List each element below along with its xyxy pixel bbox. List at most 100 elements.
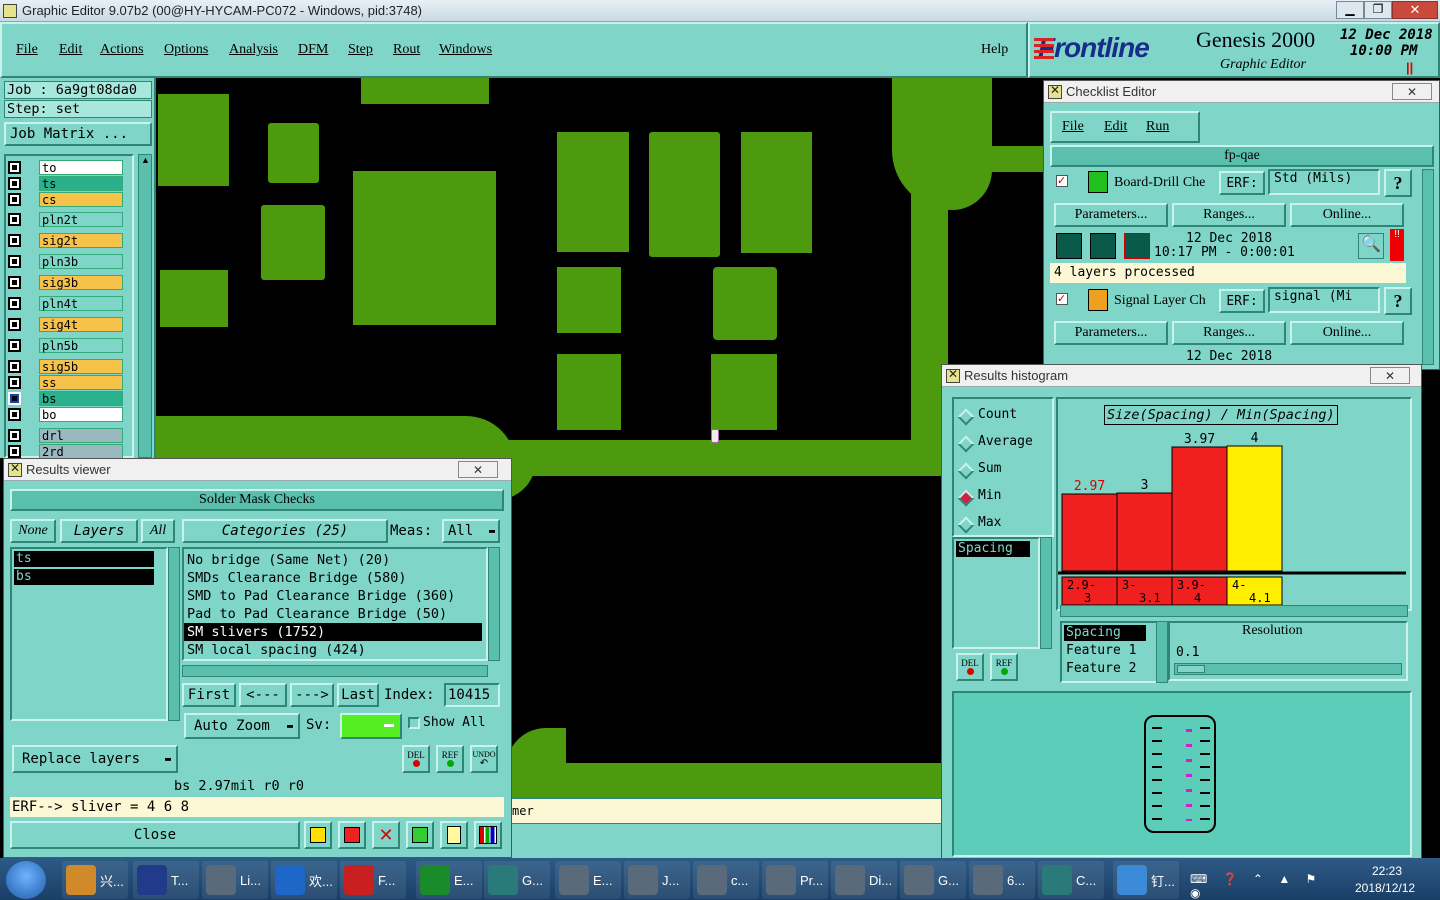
layer-name[interactable]: pln5b — [39, 338, 123, 353]
menu-help[interactable]: Help — [981, 42, 1008, 58]
taskbar-item[interactable]: 钉... — [1113, 861, 1179, 899]
histogram-bar[interactable] — [1061, 493, 1118, 572]
menu-dfm[interactable]: DFM — [298, 42, 328, 58]
min-radio[interactable] — [957, 489, 975, 507]
layer-checkbox[interactable] — [8, 161, 21, 174]
results-layer-bs[interactable]: bs — [14, 569, 154, 585]
item1-help-button[interactable]: ? — [1384, 169, 1412, 197]
resolution-slider[interactable] — [1174, 663, 1402, 675]
auto-zoom-select[interactable]: Auto Zoom ▬ — [184, 713, 300, 739]
category-item[interactable]: SM local spacing (424) — [184, 641, 486, 659]
results-close-icon[interactable]: ✕ — [458, 461, 498, 478]
layer-name[interactable]: ts — [39, 176, 123, 191]
first-button[interactable]: First — [182, 683, 236, 707]
category-item-selected[interactable]: SM slivers (1752) — [184, 623, 482, 641]
results-layer-scrollbar[interactable] — [168, 547, 180, 721]
chart-icon[interactable] — [474, 821, 502, 849]
categories-button[interactable]: Categories (25) — [182, 519, 388, 543]
taskbar-item[interactable]: F... — [340, 861, 406, 899]
maximize-button[interactable]: ❐ — [1364, 1, 1392, 19]
layer-checkbox[interactable] — [8, 392, 21, 405]
layer-row-sig4t[interactable]: sig4t — [8, 317, 124, 332]
layer-name[interactable]: bs — [39, 391, 123, 406]
layer-row-sig5b[interactable]: sig5b — [8, 359, 124, 374]
taskbar-item[interactable]: Pr... — [762, 861, 828, 899]
layer-row-pln3b[interactable]: pln3b — [8, 254, 124, 269]
layer-name[interactable]: cs — [39, 192, 123, 207]
layer-checkbox[interactable] — [8, 376, 21, 389]
layer-checkbox[interactable] — [8, 255, 21, 268]
layer-checkbox[interactable] — [8, 297, 21, 310]
histogram-list-scrollbar[interactable] — [1040, 537, 1052, 649]
item2-online-button[interactable]: Online... — [1290, 321, 1404, 345]
zoom-icon[interactable]: 🔍 — [1358, 233, 1384, 259]
feature-list-item[interactable]: Feature 1 — [1064, 643, 1136, 658]
menu-analysis[interactable]: Analysis — [229, 42, 278, 58]
feature-list-item[interactable]: Feature 2 — [1064, 661, 1136, 676]
layer-row-bo[interactable]: bo — [8, 407, 124, 422]
histogram-bar[interactable] — [1171, 446, 1228, 572]
taskbar-item[interactable]: 兴... — [62, 861, 128, 899]
index-input[interactable]: 10415 — [444, 683, 500, 707]
checklist-menu-edit[interactable]: Edit — [1104, 119, 1127, 135]
taskbar-item[interactable]: G... — [484, 861, 550, 899]
layer-checkbox[interactable] — [8, 213, 21, 226]
menu-actions[interactable]: Actions — [100, 42, 144, 58]
histogram-list-item[interactable]: Spacing — [956, 541, 1030, 557]
stop-icon[interactable] — [1124, 233, 1150, 259]
taskbar-item[interactable]: T... — [133, 861, 199, 899]
layer-row-sig3b[interactable]: sig3b — [8, 275, 124, 290]
layer-row-pln4t[interactable]: pln4t — [8, 296, 124, 311]
histogram-bar[interactable] — [1226, 445, 1283, 572]
menu-rout[interactable]: Rout — [393, 42, 420, 58]
feature-list-scrollbar[interactable] — [1156, 621, 1168, 683]
average-radio[interactable] — [957, 435, 975, 453]
del-button[interactable]: DEL — [402, 745, 430, 773]
menu-file[interactable]: File — [16, 42, 38, 58]
layer-name[interactable]: sig3b — [39, 275, 123, 290]
layer-name[interactable]: pln4t — [39, 296, 123, 311]
taskbar-item[interactable]: J... — [624, 861, 690, 899]
category-item[interactable]: Pad to Pad Clearance Bridge (50) — [184, 605, 486, 623]
prev-button[interactable]: <--- — [239, 683, 287, 707]
next-button[interactable]: ---> — [290, 683, 334, 707]
item1-online-button[interactable]: Online... — [1290, 203, 1404, 227]
layer-name[interactable]: pln2t — [39, 212, 123, 227]
layer-checkbox[interactable] — [8, 360, 21, 373]
undo-button[interactable]: UNDO ↶ — [470, 745, 498, 773]
taskbar-item[interactable]: 欢... — [271, 861, 337, 899]
layer-row-drl[interactable]: drl — [8, 428, 124, 443]
item1-checkbox[interactable]: ✓ — [1056, 175, 1068, 187]
taskbar-item[interactable]: G... — [900, 861, 966, 899]
layer-checkbox[interactable] — [8, 429, 21, 442]
last-button[interactable]: Last — [337, 683, 379, 707]
start-button[interactable] — [6, 861, 46, 899]
item1-parameters-button[interactable]: Parameters... — [1054, 203, 1168, 227]
item2-name[interactable]: Signal Layer Ch — [1114, 293, 1206, 309]
taskbar-item[interactable]: E... — [555, 861, 621, 899]
count-radio[interactable] — [957, 408, 975, 426]
checklist-close-icon[interactable]: ✕ — [1392, 83, 1432, 100]
layer-row-pln2t[interactable]: pln2t — [8, 212, 124, 227]
histogram-ref-button[interactable]: REF — [990, 653, 1018, 681]
layer-name[interactable]: 2rd — [39, 444, 123, 459]
checklist-scrollbar[interactable] — [1422, 169, 1434, 365]
none-button[interactable]: None — [10, 519, 56, 543]
category-item[interactable]: SMD to Pad Clearance Bridge (360) — [184, 587, 486, 605]
layer-name[interactable]: ss — [39, 375, 123, 390]
menu-windows[interactable]: Windows — [439, 42, 492, 58]
layer-scrollbar[interactable]: ▲ — [138, 154, 152, 458]
layer-name[interactable]: drl — [39, 428, 123, 443]
layer-checkbox[interactable] — [8, 234, 21, 247]
taskbar-item[interactable]: C... — [1038, 861, 1104, 899]
layer-name[interactable]: sig4t — [39, 317, 123, 332]
tool-icon-5[interactable] — [440, 821, 468, 849]
item2-help-button[interactable]: ? — [1384, 287, 1412, 315]
taskbar-item[interactable]: c... — [693, 861, 759, 899]
item1-name[interactable]: Board-Drill Che — [1114, 175, 1205, 191]
chart-hscrollbar[interactable] — [1060, 605, 1408, 617]
minimize-button[interactable]: ▁ — [1336, 1, 1364, 19]
item1-ranges-button[interactable]: Ranges... — [1172, 203, 1286, 227]
feature-list-item-selected[interactable]: Spacing — [1064, 625, 1146, 641]
item2-parameters-button[interactable]: Parameters... — [1054, 321, 1168, 345]
